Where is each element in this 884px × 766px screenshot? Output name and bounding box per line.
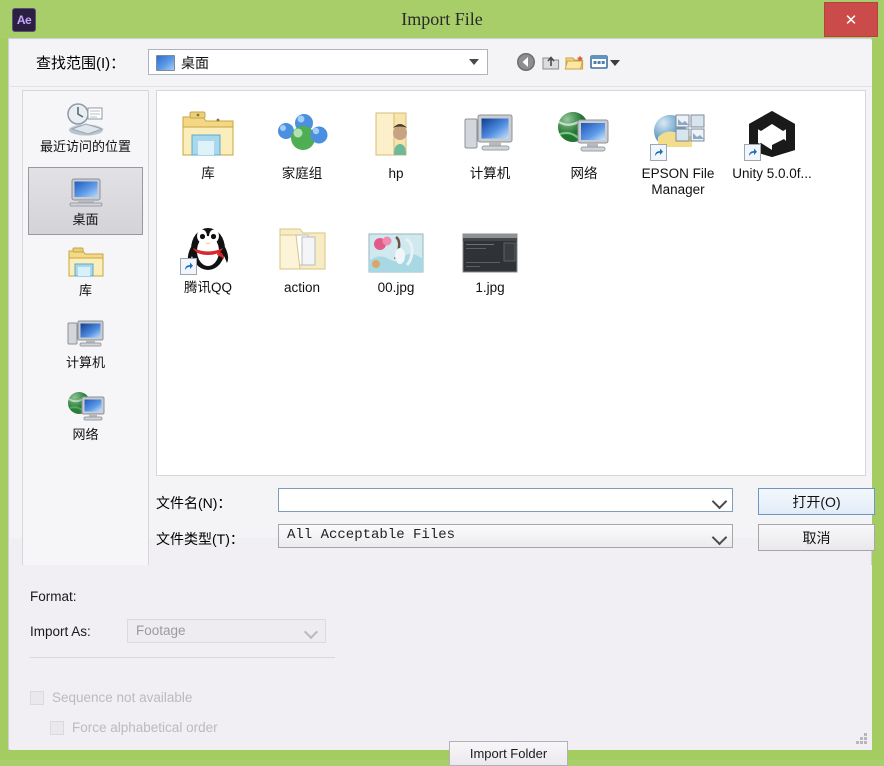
desktop-icon: [156, 55, 175, 71]
chevron-down-icon: [303, 624, 319, 640]
window-title: Import File: [401, 9, 483, 29]
unity-icon: [742, 103, 802, 161]
force-alphabetical-order-row[interactable]: Force alphabetical order: [50, 720, 218, 735]
up-one-level-button[interactable]: [539, 50, 563, 74]
file-item-label: 网络: [570, 166, 598, 181]
qq-penguin-icon: [178, 217, 238, 275]
dark-screenshot-thumbnail-icon: [460, 217, 520, 275]
file-item-label: action: [283, 280, 321, 295]
file-item-label: EPSON File Manager: [641, 166, 715, 197]
desktop-icon: [64, 172, 108, 212]
views-chevron-down-icon[interactable]: [610, 60, 620, 66]
file-item[interactable]: hp: [349, 103, 443, 211]
folder-icon: [272, 217, 332, 275]
places-sidebar: 最近访问的位置 桌面 库 计算机 网络: [22, 90, 149, 568]
sidebar-item-label: 库: [78, 283, 92, 298]
file-item-label: Unity 5.0.0f...: [732, 166, 812, 181]
computer-icon: [64, 315, 108, 355]
sidebar-item-label: 计算机: [65, 355, 105, 370]
file-item[interactable]: 库: [161, 103, 255, 211]
epson-file-manager-icon: [648, 103, 708, 161]
file-item-label: hp: [388, 166, 404, 181]
libraries-folder-icon: [178, 103, 238, 161]
title-bar: Ae Import File ✕: [0, 0, 884, 39]
sidebar-item-libraries[interactable]: 库: [28, 239, 143, 307]
views-button[interactable]: [587, 50, 611, 74]
homegroup-icon: [272, 103, 332, 161]
sidebar-item-label: 网络: [72, 427, 99, 442]
chevron-down-icon: [711, 529, 728, 546]
libraries-icon: [64, 243, 108, 283]
import-folder-button[interactable]: Import Folder: [449, 741, 568, 766]
file-item-label: 00.jpg: [377, 280, 415, 295]
resize-grip[interactable]: [855, 733, 868, 746]
file-item[interactable]: 计算机: [443, 103, 537, 211]
shortcut-arrow-icon: [180, 258, 197, 275]
new-folder-button[interactable]: [563, 50, 587, 74]
file-item[interactable]: EPSON File Manager: [631, 103, 725, 211]
sequence-not-available-row[interactable]: Sequence not available: [30, 690, 192, 705]
look-in-label: 查找范围(I)：: [36, 55, 126, 72]
computer-icon: [460, 103, 520, 161]
sidebar-item-recent-places[interactable]: 最近访问的位置: [28, 95, 143, 163]
options-divider: [30, 657, 335, 658]
back-button[interactable]: [514, 50, 538, 74]
image-thumbnail-icon: [366, 217, 426, 275]
force-alphabetical-checkbox[interactable]: [50, 720, 64, 735]
file-item[interactable]: 腾讯QQ: [161, 217, 255, 325]
cancel-button[interactable]: 取消: [758, 524, 875, 551]
file-type-label: 文件类型(T)：: [156, 531, 244, 547]
user-folder-icon: [366, 103, 426, 161]
file-type-value: All Acceptable Files: [287, 527, 456, 543]
file-item-label: 库: [201, 166, 215, 181]
sequence-label: Sequence not available: [52, 690, 193, 705]
file-item-label: 1.jpg: [475, 280, 505, 295]
file-name-input[interactable]: [278, 488, 733, 512]
file-grid: 库 家庭组 hp 计算机 网络 EPSON File Manager Unity…: [157, 91, 865, 331]
file-item[interactable]: 家庭组: [255, 103, 349, 211]
file-item[interactable]: 1.jpg: [443, 217, 537, 325]
shortcut-arrow-icon: [650, 144, 667, 161]
look-in-bar: 查找范围(I)： 桌面: [10, 40, 872, 87]
file-item-label: 计算机: [469, 166, 511, 181]
import-as-dropdown[interactable]: Footage: [127, 619, 326, 643]
network-icon: [64, 387, 108, 427]
file-type-dropdown[interactable]: All Acceptable Files: [278, 524, 733, 548]
open-button[interactable]: 打开(O): [758, 488, 875, 515]
chevron-down-icon: [469, 59, 479, 65]
sidebar-item-label: 最近访问的位置: [39, 139, 131, 154]
import-options-panel: Format: Import As: Footage Sequence not …: [10, 565, 872, 766]
network-icon: [554, 103, 614, 161]
chevron-down-icon[interactable]: [711, 493, 728, 510]
file-item-label: 家庭组: [281, 166, 323, 181]
dialog-body: 查找范围(I)： 桌面 最近访问的位置 桌面 库 计算机 网络 库 家庭组 hp…: [8, 38, 875, 766]
look-in-dropdown[interactable]: 桌面: [148, 49, 488, 75]
file-list[interactable]: 库 家庭组 hp 计算机 网络 EPSON File Manager Unity…: [156, 90, 866, 476]
sequence-checkbox[interactable]: [30, 690, 44, 705]
sidebar-item-label: 桌面: [72, 212, 99, 227]
file-item[interactable]: 00.jpg: [349, 217, 443, 325]
file-browser-panel: 查找范围(I)： 桌面 最近访问的位置 桌面 库 计算机 网络 库 家庭组 hp…: [10, 40, 875, 568]
file-name-label: 文件名(N)：: [156, 495, 232, 511]
sidebar-item-network[interactable]: 网络: [28, 383, 143, 451]
file-item[interactable]: action: [255, 217, 349, 325]
sidebar-item-computer[interactable]: 计算机: [28, 311, 143, 379]
close-button[interactable]: ✕: [824, 2, 878, 37]
recent-places-icon: [64, 99, 108, 139]
import-as-value: Footage: [136, 623, 186, 638]
force-alphabetical-label: Force alphabetical order: [72, 720, 218, 735]
format-label: Format:: [30, 589, 77, 604]
import-file-window: Ae Import File ✕ 查找范围(I)： 桌面 最近访问的位置 桌面 …: [0, 0, 884, 766]
sidebar-item-desktop[interactable]: 桌面: [28, 167, 143, 235]
file-item[interactable]: 网络: [537, 103, 631, 211]
shortcut-arrow-icon: [744, 144, 761, 161]
file-item[interactable]: Unity 5.0.0f...: [725, 103, 819, 211]
file-item-label: 腾讯QQ: [183, 280, 232, 295]
look-in-value: 桌面: [181, 55, 209, 71]
import-as-label: Import As:: [30, 624, 91, 639]
